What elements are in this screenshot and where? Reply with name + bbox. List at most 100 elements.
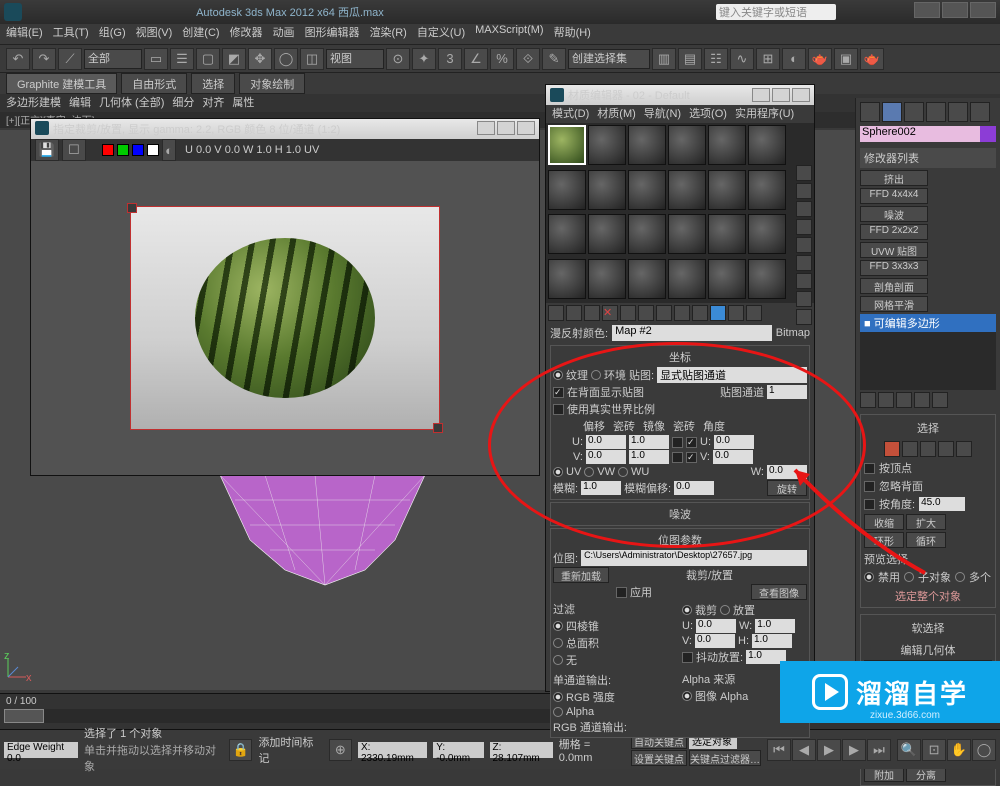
- grow-button[interactable]: 扩大: [906, 514, 946, 530]
- modifier-stack[interactable]: ■ 可编辑多边形: [860, 314, 996, 390]
- v-offset[interactable]: 0.0: [586, 450, 626, 464]
- render-icon[interactable]: 🫖: [860, 48, 884, 70]
- v-tile[interactable]: 1.0: [629, 450, 669, 464]
- sample-uv-icon[interactable]: [796, 219, 812, 235]
- sub-props[interactable]: 属性: [232, 94, 254, 112]
- redo-icon[interactable]: ↷: [32, 48, 56, 70]
- vw-radio[interactable]: [584, 467, 594, 477]
- play-icon[interactable]: ▶: [817, 739, 841, 761]
- object-color-swatch[interactable]: [980, 126, 996, 142]
- percent-snap-icon[interactable]: %: [490, 48, 514, 70]
- zoom-all-icon[interactable]: ⊡: [922, 739, 946, 761]
- ribbon-tab-graphite[interactable]: Graphite 建模工具: [6, 73, 117, 94]
- menu-help[interactable]: 帮助(H): [554, 24, 591, 44]
- w-angle[interactable]: 0.0: [767, 465, 807, 479]
- video-check-icon[interactable]: [796, 237, 812, 253]
- reload-button[interactable]: 重新加载: [553, 567, 609, 583]
- snap-icon[interactable]: 3: [438, 48, 462, 70]
- none-radio[interactable]: [553, 655, 563, 665]
- align-icon[interactable]: ▤: [678, 48, 702, 70]
- uv-radio[interactable]: [553, 467, 563, 477]
- material-editor-icon[interactable]: ◐: [782, 48, 806, 70]
- coord-display-icon[interactable]: ⊕: [329, 739, 352, 761]
- apply-check[interactable]: [616, 587, 627, 598]
- crop-v-spinner[interactable]: 0.0: [695, 634, 735, 648]
- goto-start-icon[interactable]: ⏮: [767, 739, 791, 761]
- sub-subdiv[interactable]: 细分: [172, 94, 194, 112]
- u-tile[interactable]: 1.0: [629, 435, 669, 449]
- map-name-field[interactable]: Map #2: [612, 325, 772, 341]
- crop-radio[interactable]: [682, 605, 692, 615]
- search-input[interactable]: 键入关键字或短语: [716, 4, 836, 20]
- sample-slot[interactable]: [748, 125, 786, 165]
- v-mirror[interactable]: [672, 452, 683, 463]
- sample-slot[interactable]: [708, 125, 746, 165]
- show-result-icon[interactable]: [878, 392, 894, 408]
- u-offset[interactable]: 0.0: [586, 435, 626, 449]
- sub-geo[interactable]: 几何体 (全部): [99, 94, 164, 112]
- setkey-button[interactable]: 设置关键点: [631, 750, 687, 766]
- prev-frame-icon[interactable]: ◀: [792, 739, 816, 761]
- img-min-button[interactable]: [477, 121, 495, 135]
- texture-radio[interactable]: [553, 370, 563, 380]
- options-icon[interactable]: [796, 273, 812, 289]
- rotate-icon[interactable]: ◯: [274, 48, 298, 70]
- menu-view[interactable]: 视图(V): [136, 24, 173, 44]
- sample-slot[interactable]: [588, 214, 626, 254]
- sample-slot[interactable]: [548, 125, 586, 165]
- create-tab-icon[interactable]: [860, 102, 880, 122]
- edit-named-icon[interactable]: ✎: [542, 48, 566, 70]
- configure-icon[interactable]: [932, 392, 948, 408]
- reset-mat-icon[interactable]: ✕: [602, 305, 618, 321]
- mod-extrude[interactable]: 挤出: [860, 170, 928, 186]
- mat-menu-utils[interactable]: 实用程序(U): [735, 105, 794, 123]
- mat-menu-material[interactable]: 材质(M): [597, 105, 636, 123]
- soft-hdr[interactable]: 软选择: [864, 618, 992, 638]
- multi-radio[interactable]: [955, 572, 965, 582]
- poly-subobj-icon[interactable]: [938, 441, 954, 457]
- display-tab-icon[interactable]: [948, 102, 968, 122]
- crop-frame[interactable]: [130, 206, 440, 430]
- sample-slot[interactable]: [708, 259, 746, 299]
- coord-header[interactable]: 坐标: [553, 348, 807, 366]
- v-angle[interactable]: 0.0: [713, 450, 753, 464]
- ref-coord[interactable]: 视图: [326, 49, 384, 69]
- show-end-icon[interactable]: [710, 305, 726, 321]
- object-name-field[interactable]: Sphere002: [860, 126, 980, 142]
- a-channel[interactable]: [147, 144, 159, 156]
- sample-slot[interactable]: [708, 170, 746, 210]
- add-time-tag[interactable]: 添加时间标记: [258, 734, 322, 766]
- bluroff-spinner[interactable]: 0.0: [674, 481, 714, 495]
- v-tile-chk[interactable]: [686, 452, 697, 463]
- sample-slot[interactable]: [668, 214, 706, 254]
- go-parent-icon[interactable]: [728, 305, 744, 321]
- sample-slot[interactable]: [748, 214, 786, 254]
- get-mat-icon[interactable]: [548, 305, 564, 321]
- sub-poly[interactable]: 多边形建模: [6, 94, 61, 112]
- menu-group[interactable]: 组(G): [99, 24, 126, 44]
- sample-slot[interactable]: [588, 259, 626, 299]
- make-unique-icon[interactable]: [638, 305, 654, 321]
- sub-edit[interactable]: 编辑: [69, 94, 91, 112]
- put-mat-icon[interactable]: [566, 305, 582, 321]
- render-frame-icon[interactable]: ▣: [834, 48, 858, 70]
- hierarchy-tab-icon[interactable]: [904, 102, 924, 122]
- noise-rollout[interactable]: 噪波: [550, 502, 810, 526]
- map-channel-select[interactable]: 显式贴图通道: [657, 367, 807, 383]
- select-rect-icon[interactable]: ▢: [196, 48, 220, 70]
- sample-slot[interactable]: [668, 125, 706, 165]
- link-icon[interactable]: ⟋: [58, 48, 82, 70]
- jitter-check[interactable]: [682, 652, 693, 663]
- b-channel[interactable]: [132, 144, 144, 156]
- mod-ffd4[interactable]: FFD 4x4x4: [860, 188, 928, 204]
- g-channel[interactable]: [117, 144, 129, 156]
- u-tile-chk[interactable]: [686, 437, 697, 448]
- undo-icon[interactable]: ↶: [6, 48, 30, 70]
- backlight-icon[interactable]: [796, 183, 812, 199]
- mat-close-button[interactable]: [792, 88, 810, 102]
- area-radio[interactable]: [553, 638, 563, 648]
- rotate-button[interactable]: 旋转: [767, 480, 807, 496]
- alpha-radio[interactable]: [553, 707, 563, 717]
- sample-slot[interactable]: [628, 259, 666, 299]
- sample-slot[interactable]: [548, 214, 586, 254]
